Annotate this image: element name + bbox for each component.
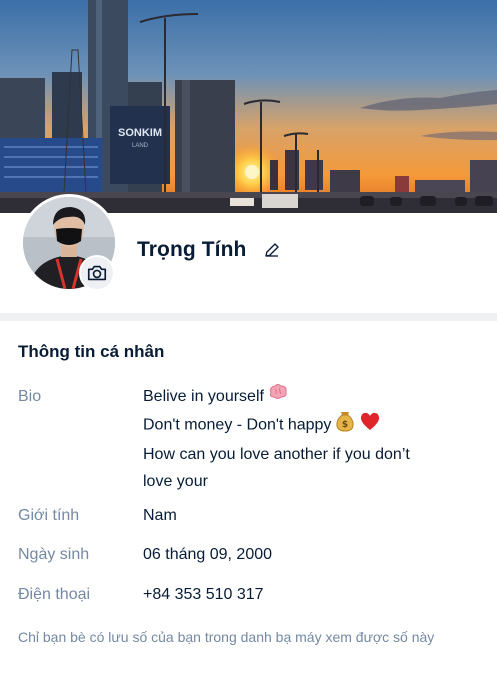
birthday-value: 06 tháng 09, 2000 (143, 546, 273, 563)
bio-label: Bio (18, 388, 42, 405)
profile-name: Trọng Tính (137, 238, 247, 261)
gender-row: Giới tính Nam (18, 502, 483, 529)
bio-line: Don't money - Don't happy $ (143, 410, 483, 441)
brain-emoji-icon (268, 383, 288, 410)
money-bag-emoji-icon: $ (335, 410, 355, 441)
svg-text:$: $ (342, 420, 348, 430)
phone-value: +84 353 510 317 (143, 586, 264, 603)
personal-info-title: Thông tin cá nhân (18, 342, 165, 361)
bio-row: Bio Belive in yourself Don't money - Don… (18, 383, 483, 495)
phone-row: Điện thoại +84 353 510 317 (18, 581, 483, 608)
cover-photo[interactable]: SONKIM LAND (0, 0, 497, 213)
red-heart-emoji-icon (359, 411, 381, 440)
section-divider (0, 313, 497, 321)
change-avatar-button[interactable] (79, 255, 115, 291)
gender-label: Giới tính (18, 507, 80, 524)
bio-value: Belive in yourself Don't money - Don't h… (143, 383, 483, 495)
edit-name-button[interactable] (262, 240, 282, 260)
bio-line: Belive in yourself (143, 383, 483, 410)
cover-sign-subtext: LAND (132, 143, 149, 149)
cover-sign-text: SONKIM (118, 127, 162, 139)
phone-privacy-note: Chỉ bạn bè có lưu số của bạn trong danh … (18, 629, 435, 645)
pencil-icon (265, 243, 280, 257)
bio-line: How can you love another if you don’t (143, 446, 410, 464)
birthday-label: Ngày sinh (18, 546, 90, 563)
camera-icon (87, 265, 107, 281)
phone-label: Điện thoại (18, 586, 91, 603)
profile-name-row: Trọng Tính (137, 236, 282, 264)
bio-line: love your (143, 473, 208, 491)
birthday-row: Ngày sinh 06 tháng 09, 2000 (18, 541, 483, 568)
gender-value: Nam (143, 507, 177, 524)
